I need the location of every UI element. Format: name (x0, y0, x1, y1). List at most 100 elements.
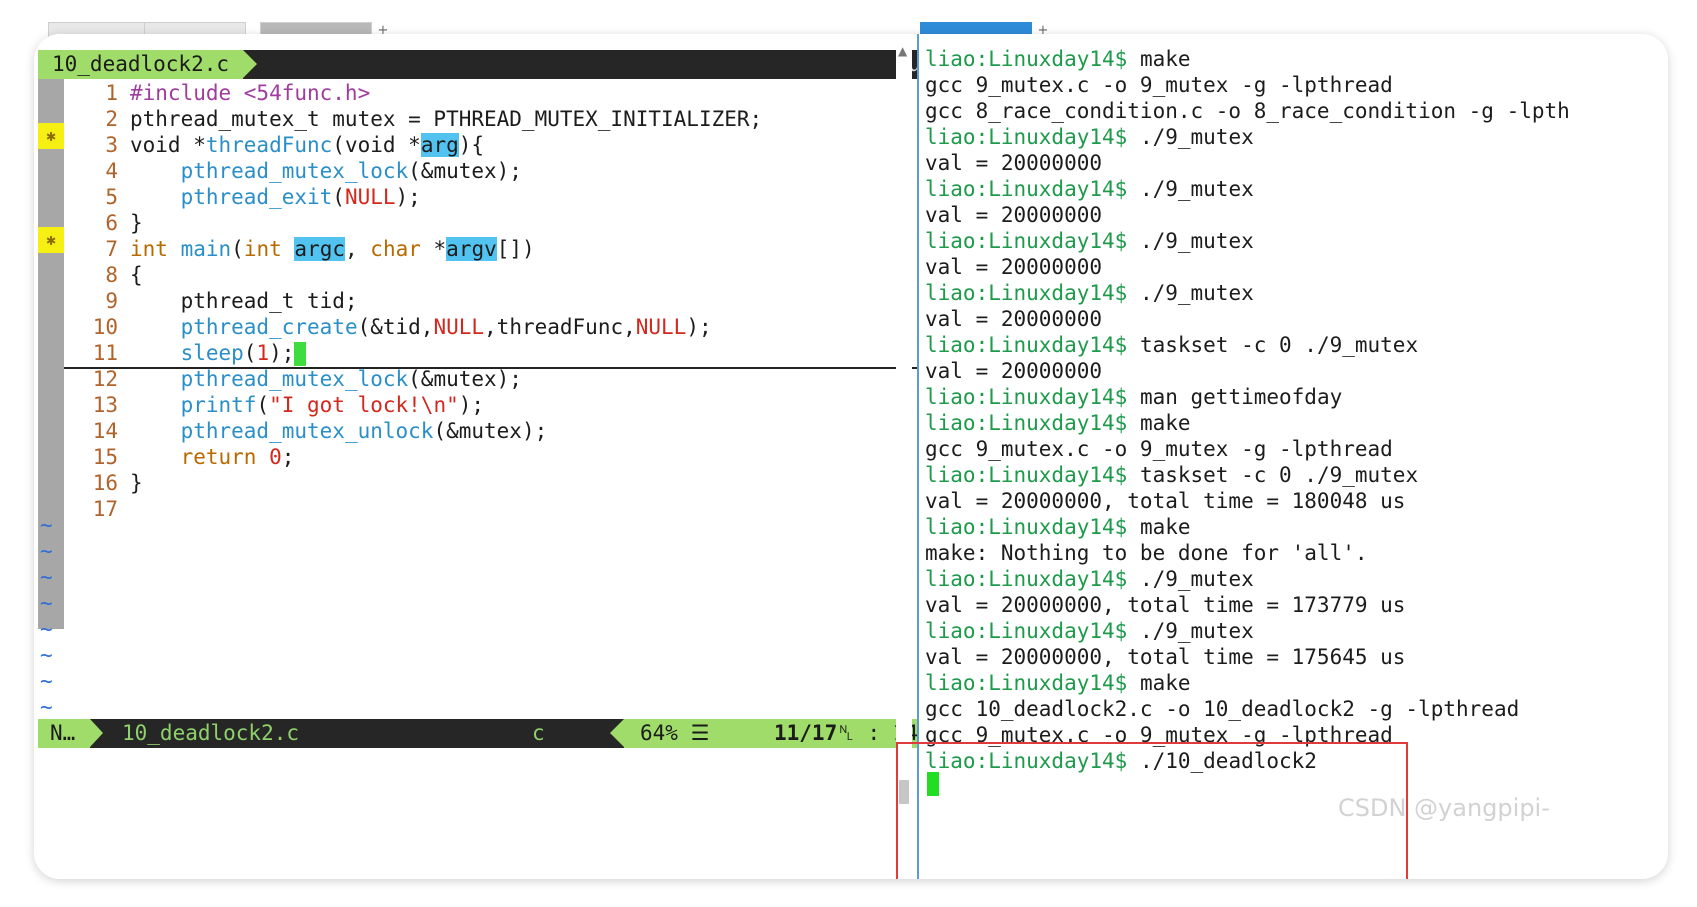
status-line-pos: 11/17 (774, 721, 838, 745)
tilde-marker: ~ (40, 591, 53, 615)
terminal-line: liao:Linuxday14$ ./9_mutex (925, 566, 1668, 592)
line-number: 10 (92, 315, 118, 339)
sign-marker-icon: ✱ (38, 227, 64, 253)
terminal-text: make (1127, 47, 1191, 71)
code-text: pthread_t tid; (130, 289, 358, 313)
terminal-text: val = 20000000 (925, 307, 1103, 331)
terminal-text: make (1127, 671, 1191, 695)
shell-prompt: liao:Linuxday14$ (925, 515, 1128, 539)
code-line[interactable]: 10 pthread_create(&tid,NULL,threadFunc,N… (64, 313, 994, 341)
buffer-name[interactable]: 10_deadlock2.c (38, 50, 258, 79)
code-text: pthread_mutex_unlock(&mutex); (180, 419, 548, 443)
terminal-text: val = 20000000 (925, 203, 1103, 227)
shell-prompt: liao:Linuxday14$ (925, 177, 1128, 201)
code-line[interactable]: 7 int main(int argc, char *argv[]) (64, 235, 994, 263)
tab-strip: + + (40, 0, 1660, 44)
status-line: N… 10_deadlock2.c c 64% ☰ 11/17 ␤ : 14 (38, 719, 998, 748)
code-line[interactable]: 5 pthread_exit(NULL); (64, 183, 994, 211)
status-filetype: c (532, 721, 545, 745)
line-number: 2 (105, 107, 118, 131)
code-line[interactable]: 17 (64, 495, 994, 523)
shell-prompt: liao:Linuxday14$ (925, 385, 1128, 409)
terminal-text: val = 20000000 (925, 359, 1103, 383)
scrollbar-thumb[interactable] (899, 780, 909, 804)
code-line[interactable]: 12 pthread_mutex_lock(&mutex); (64, 365, 994, 393)
terminal-text: make (1127, 515, 1191, 539)
code-text: printf("I got lock!\n"); (180, 393, 485, 417)
terminal-text: gcc 9_mutex.c -o 9_mutex -g -lpthread (925, 723, 1393, 747)
terminal-text: ./9_mutex (1127, 177, 1254, 201)
line-number: 16 (92, 471, 118, 495)
terminal-text: ./9_mutex (1127, 229, 1254, 253)
terminal-line: liao:Linuxday14$ ./9_mutex (925, 618, 1668, 644)
terminal-text: val = 20000000, total time = 173779 us (925, 593, 1406, 617)
terminal-line: liao:Linuxday14$ ./9_mutex (925, 280, 1668, 306)
line-number: 7 (105, 237, 118, 261)
tilde-marker: ~ (40, 617, 53, 641)
code-line[interactable]: 16} (64, 469, 994, 497)
shell-prompt: liao:Linuxday14$ (925, 463, 1128, 487)
code-line[interactable]: 3 void *threadFunc(void *arg){ (64, 131, 994, 159)
terminal-line: liao:Linuxday14$ make (925, 410, 1668, 436)
code-line[interactable]: 2 pthread_mutex_t mutex = PTHREAD_MUTEX_I… (64, 105, 994, 133)
line-number: 1 (105, 81, 118, 105)
code-line[interactable]: 8{ (64, 261, 994, 289)
line-number: 4 (105, 159, 118, 183)
terminal-text: ./9_mutex (1127, 567, 1254, 591)
terminal-line: val = 20000000 (925, 306, 1668, 332)
terminal-line: val = 20000000, total time = 180048 us (925, 488, 1668, 514)
terminal-text: taskset -c 0 ./9_mutex (1127, 333, 1419, 357)
line-number: 13 (92, 393, 118, 417)
terminal-text: gcc 9_mutex.c -o 9_mutex -g -lpthread (925, 437, 1393, 461)
terminal-line: make: Nothing to be done for 'all'. (925, 540, 1668, 566)
shell-prompt: liao:Linuxday14$ (925, 333, 1128, 357)
terminal-line: gcc 9_mutex.c -o 9_mutex -g -lpthread (925, 722, 1668, 748)
shell-prompt: liao:Linuxday14$ (925, 125, 1128, 149)
code-text: pthread_mutex_t mutex = PTHREAD_MUTEX_IN… (130, 107, 763, 131)
code-line[interactable]: 15 return 0; (64, 443, 994, 471)
terminal-cursor (927, 772, 939, 796)
code-text: } (130, 211, 143, 235)
terminal-line: liao:Linuxday14$ man gettimeofday (925, 384, 1668, 410)
terminal-line: liao:Linuxday14$ ./9_mutex (925, 228, 1668, 254)
line-number: 11 (92, 341, 118, 365)
vim-editor-pane[interactable]: 10_deadlock2.c buffers ✱ ✱ 1 #include <54… (34, 34, 998, 879)
shell-prompt: liao:Linuxday14$ (925, 411, 1128, 435)
line-number: 3 (105, 133, 118, 157)
line-number: 6 (105, 211, 118, 235)
sign-marker-icon: ✱ (38, 123, 64, 149)
line-number: 14 (92, 419, 118, 443)
code-text: void *threadFunc(void *arg){ (130, 133, 485, 157)
terminal-line: liao:Linuxday14$ make (925, 514, 1668, 540)
terminal-text: ./10_deadlock2 (1127, 749, 1317, 773)
tilde-marker: ~ (40, 695, 53, 719)
shell-prompt: liao:Linuxday14$ (925, 749, 1128, 773)
terminal-text: val = 20000000, total time = 175645 us (925, 645, 1406, 669)
code-line[interactable]: 13 printf("I got lock!\n"); (64, 391, 994, 419)
mode-indicator: N… (38, 719, 103, 748)
terminal-line: gcc 9_mutex.c -o 9_mutex -g -lpthread (925, 72, 1668, 98)
editor-scrollbar[interactable]: ▲ (896, 34, 912, 879)
buffer-tabline: 10_deadlock2.c buffers (38, 50, 998, 79)
shell-prompt: liao:Linuxday14$ (925, 619, 1128, 643)
terminal-pane[interactable]: liao:Linuxday14$ make gcc 9_mutex.c -o 9_… (919, 34, 1668, 879)
line-number: 15 (92, 445, 118, 469)
code-line[interactable]: 4 pthread_mutex_lock(&mutex); (64, 157, 994, 185)
code-line[interactable]: 14 pthread_mutex_unlock(&mutex); (64, 417, 994, 445)
tilde-marker: ~ (40, 643, 53, 667)
scroll-up-icon[interactable]: ▲ (898, 44, 907, 58)
tilde-marker: ~ (40, 565, 53, 589)
app-window: 10_deadlock2.c buffers ✱ ✱ 1 #include <54… (34, 34, 1668, 879)
code-line[interactable]: 6} (64, 209, 994, 237)
code-text: pthread_exit(NULL); (180, 185, 421, 209)
code-line[interactable]: 9 pthread_t tid; (64, 287, 994, 315)
shell-prompt: liao:Linuxday14$ (925, 229, 1128, 253)
terminal-line: val = 20000000 (925, 202, 1668, 228)
terminal-line: gcc 10_deadlock2.c -o 10_deadlock2 -g -l… (925, 696, 1668, 722)
terminal-text: gcc 8_race_condition.c -o 8_race_conditi… (925, 99, 1570, 123)
code-line[interactable]: 1 #include <54func.h> (64, 79, 994, 107)
terminal-text: val = 20000000, total time = 180048 us (925, 489, 1406, 513)
terminal-line: liao:Linuxday14$ ./9_mutex (925, 124, 1668, 150)
terminal-text: taskset -c 0 ./9_mutex (1127, 463, 1419, 487)
terminal-text: make (1127, 411, 1191, 435)
